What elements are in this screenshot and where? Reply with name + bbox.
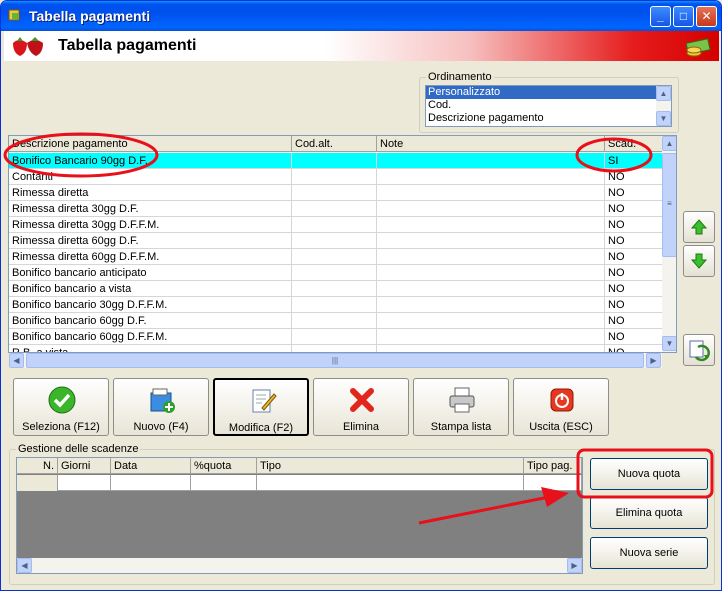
annotation-arrow bbox=[418, 495, 550, 525]
annotation-circle-description bbox=[3, 132, 159, 178]
annotation-arrow-head bbox=[541, 487, 569, 507]
annotation-circle-scad bbox=[575, 137, 653, 173]
annotation-box-nuova-quota bbox=[576, 448, 714, 499]
annotation-overlay bbox=[3, 132, 714, 525]
app-window: Tabella pagamenti _ □ ✕ Tabella pagament… bbox=[0, 0, 722, 591]
